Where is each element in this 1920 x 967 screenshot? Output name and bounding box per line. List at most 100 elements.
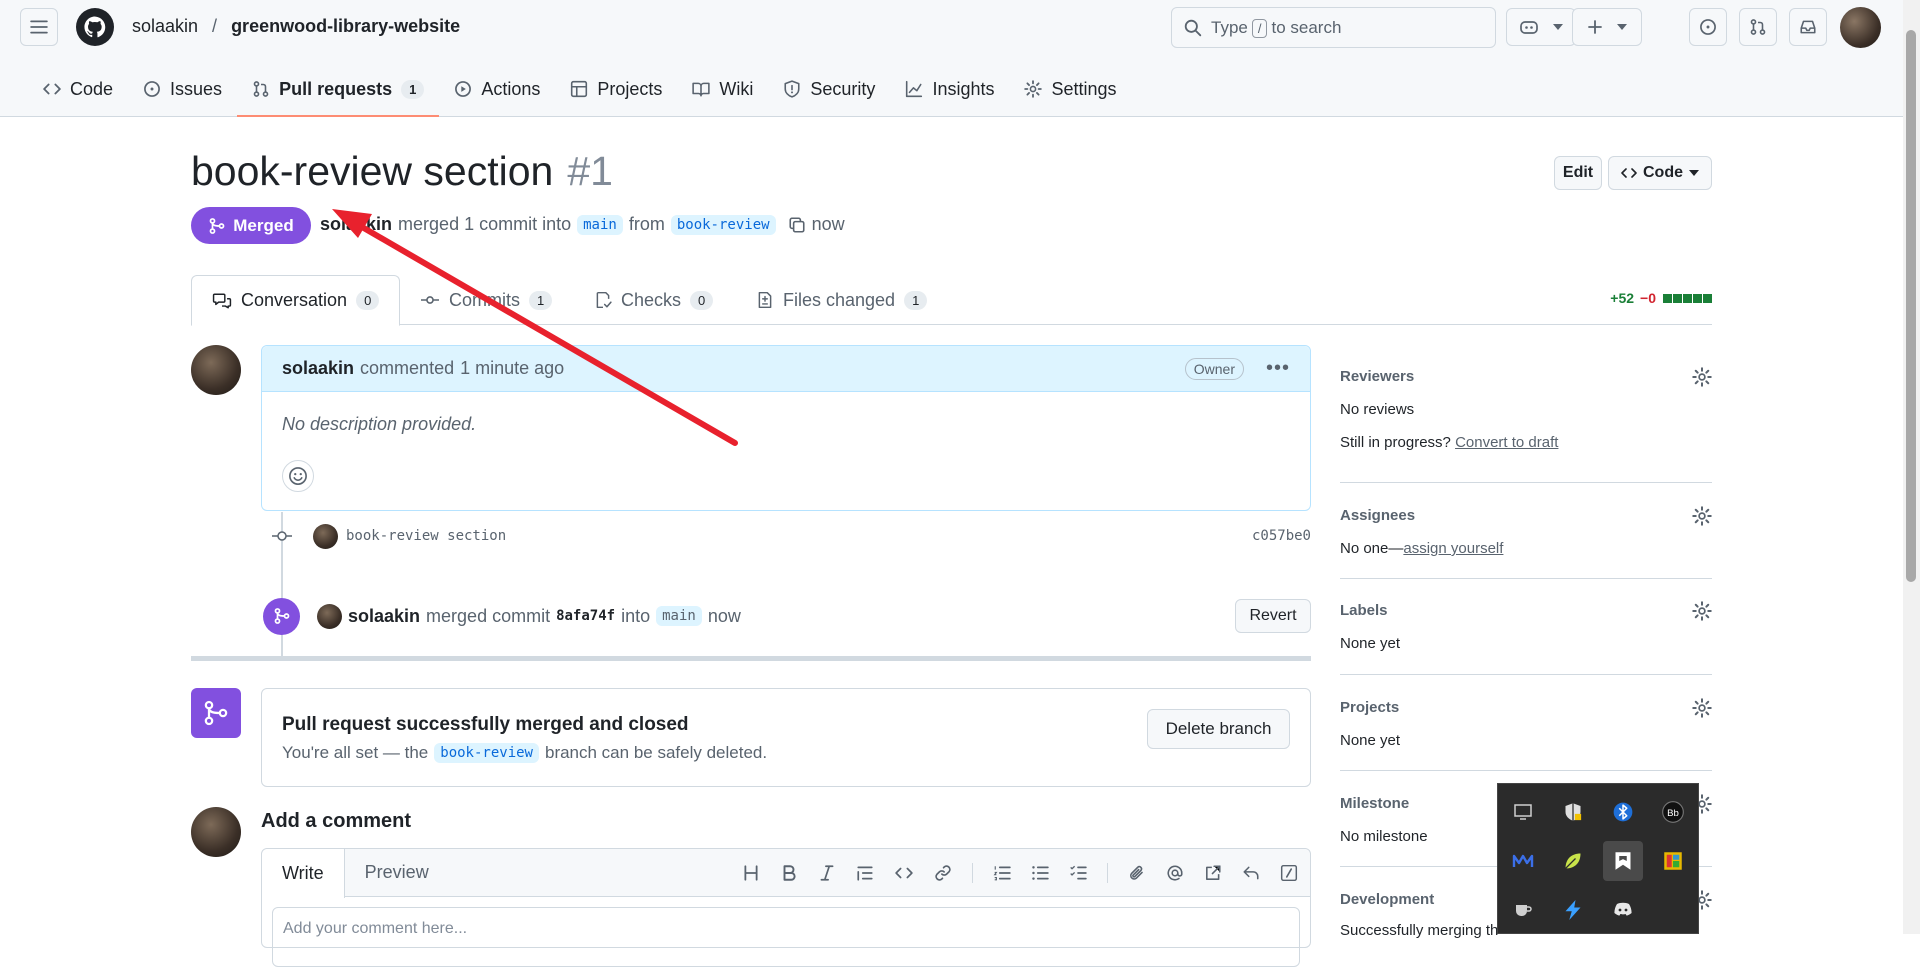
pull-requests-button[interactable] — [1739, 8, 1777, 46]
merge-branch[interactable]: main — [656, 606, 702, 626]
assignees-none: No one— — [1340, 540, 1404, 557]
tab-commits[interactable]: Commits 1 — [420, 275, 553, 325]
tab-checks[interactable]: Checks 0 — [594, 275, 714, 325]
inbox-button[interactable] — [1789, 8, 1827, 46]
tab-label: Code — [70, 78, 114, 99]
kebab-icon[interactable]: ••• — [1266, 357, 1290, 380]
tab-preview[interactable]: Preview — [345, 849, 449, 896]
search-input[interactable]: Type / to search — [1171, 7, 1496, 48]
avatar[interactable] — [191, 345, 241, 395]
app-icon[interactable]: Bb — [1653, 792, 1693, 832]
slash-command-icon[interactable] — [1280, 864, 1298, 882]
mention-icon[interactable] — [1166, 864, 1184, 882]
gear-icon[interactable] — [1692, 601, 1712, 621]
chevron-down-icon — [1617, 24, 1627, 30]
merged-text: merged 1 commit into — [398, 214, 572, 234]
tab-wiki[interactable]: Wiki — [677, 68, 768, 110]
avatar[interactable] — [313, 523, 338, 549]
milestone-title[interactable]: Milestone — [1340, 795, 1409, 812]
bolt-app-icon[interactable] — [1553, 890, 1593, 930]
merged-branch[interactable]: book-review — [434, 743, 539, 763]
tab-pull-requests[interactable]: Pull requests 1 — [237, 68, 440, 117]
avatar[interactable] — [317, 603, 342, 629]
tab-code[interactable]: Code — [28, 68, 128, 110]
scrollbar-thumb[interactable] — [1906, 30, 1916, 582]
user-avatar[interactable] — [1840, 7, 1881, 48]
comment-time[interactable]: 1 minute ago — [460, 358, 564, 379]
heading-icon[interactable] — [742, 864, 760, 882]
cup-app-icon[interactable] — [1503, 890, 1543, 930]
search-placeholder-after: to search — [1271, 17, 1342, 37]
base-branch[interactable]: main — [577, 214, 623, 235]
tab-security[interactable]: Security — [768, 68, 890, 110]
copilot-button[interactable] — [1506, 8, 1576, 46]
tab-write[interactable]: Write — [262, 849, 345, 898]
tab-settings[interactable]: Settings — [1009, 68, 1131, 110]
reviewers-title[interactable]: Reviewers — [1340, 368, 1414, 385]
tab-conversation[interactable]: Conversation 0 — [191, 275, 401, 326]
projects-title[interactable]: Projects — [1340, 699, 1399, 716]
commit-sha[interactable]: c057be0 — [1252, 528, 1311, 544]
unordered-list-icon[interactable] — [1031, 864, 1049, 882]
code-icon[interactable] — [894, 864, 914, 882]
revert-button[interactable]: Revert — [1235, 599, 1311, 633]
menu-button[interactable] — [20, 8, 58, 46]
tab-projects[interactable]: Projects — [555, 68, 677, 110]
merge-sha[interactable]: 8afa74f — [556, 608, 615, 624]
markdown-toolbar — [742, 849, 1310, 896]
paperclip-icon[interactable] — [1128, 864, 1146, 882]
cross-reference-icon[interactable] — [1204, 864, 1222, 882]
delete-branch-button[interactable]: Delete branch — [1147, 709, 1290, 749]
tasklist-icon[interactable] — [1069, 864, 1087, 882]
gear-icon[interactable] — [1692, 698, 1712, 718]
bluetooth-icon[interactable] — [1603, 792, 1643, 832]
github-logo[interactable] — [76, 8, 114, 46]
palette-app-icon[interactable] — [1653, 841, 1693, 881]
tab-label: Files changed — [783, 289, 896, 310]
tab-insights[interactable]: Insights — [890, 68, 1009, 110]
convert-to-draft-link[interactable]: Convert to draft — [1455, 434, 1558, 451]
comment-textarea[interactable]: Add your comment here... — [272, 907, 1300, 967]
tab-label: Actions — [481, 78, 541, 99]
gear-icon[interactable] — [1692, 367, 1712, 387]
merge-author[interactable]: solaakin — [348, 606, 420, 627]
link-icon[interactable] — [934, 864, 952, 882]
ordered-list-icon[interactable] — [993, 864, 1011, 882]
tab-issues[interactable]: Issues — [128, 68, 237, 110]
pr-author[interactable]: solaakin — [320, 214, 392, 235]
commit-message[interactable]: book-review section — [346, 528, 506, 544]
labels-title[interactable]: Labels — [1340, 602, 1388, 619]
monitor-icon[interactable] — [1503, 792, 1543, 832]
meeting-app-icon[interactable] — [1503, 841, 1543, 881]
assignees-value: No one—assign yourself — [1340, 540, 1503, 557]
pr-time: now — [811, 214, 845, 234]
head-branch[interactable]: book-review — [670, 214, 776, 235]
tab-files-changed[interactable]: Files changed 1 — [756, 275, 928, 325]
shield-icon[interactable] — [1553, 792, 1593, 832]
italic-icon[interactable] — [818, 864, 836, 882]
avatar[interactable] — [191, 807, 241, 857]
comment-author[interactable]: solaakin — [282, 358, 354, 379]
bold-icon[interactable] — [780, 864, 798, 882]
development-title[interactable]: Development — [1340, 891, 1434, 908]
breadcrumb-owner[interactable]: solaakin — [132, 16, 198, 37]
tab-actions[interactable]: Actions — [439, 68, 555, 110]
delete-branch-label: Delete branch — [1165, 719, 1272, 738]
leaf-app-icon[interactable] — [1553, 841, 1593, 881]
discord-app-icon[interactable] — [1603, 890, 1643, 930]
breadcrumb-repo[interactable]: greenwood-library-website — [231, 16, 460, 37]
create-new-button[interactable] — [1572, 8, 1642, 46]
copy-icon[interactable] — [788, 216, 806, 234]
toolbar-separator — [972, 862, 973, 883]
reply-icon[interactable] — [1242, 864, 1260, 882]
bookmark-app-icon[interactable] — [1603, 841, 1643, 881]
add-reaction-button[interactable] — [282, 460, 314, 492]
assign-yourself-link[interactable]: assign yourself — [1403, 540, 1503, 557]
assignees-title[interactable]: Assignees — [1340, 507, 1415, 524]
quote-icon[interactable] — [856, 864, 874, 882]
merge-event: solaakin merged commit 8afa74f into main… — [263, 596, 1311, 636]
code-dropdown-button[interactable]: Code — [1608, 156, 1712, 190]
issues-button[interactable] — [1689, 8, 1727, 46]
edit-title-button[interactable]: Edit — [1554, 156, 1602, 190]
gear-icon[interactable] — [1692, 506, 1712, 526]
